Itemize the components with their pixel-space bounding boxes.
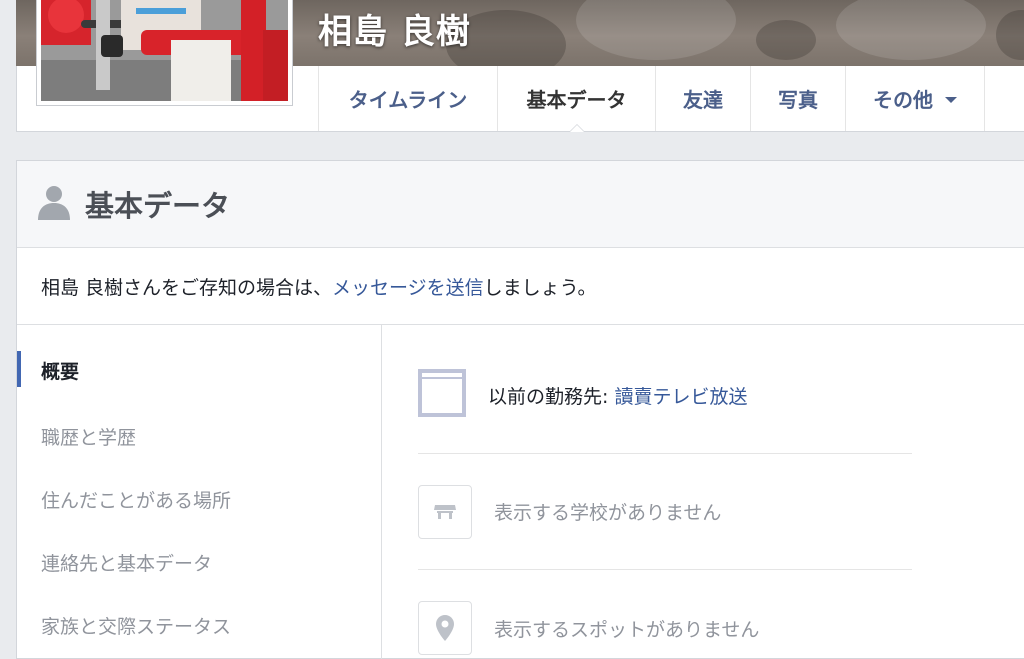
profile-picture[interactable] [36, 0, 293, 106]
cover-texture [996, 10, 1024, 60]
profile-picture-image [41, 0, 288, 101]
overview-place-row: 表示するスポットがありません [418, 570, 912, 659]
tab-label: 友達 [683, 88, 723, 112]
tab-label: タイムライン [348, 88, 468, 112]
tab-photos[interactable]: 写真 [750, 66, 845, 131]
tab-label: 写真 [778, 88, 818, 112]
sidebar-item-contact-basic-info[interactable]: 連絡先と基本データ [17, 531, 381, 594]
sidebar-item-overview[interactable]: 概要 [17, 325, 381, 405]
send-message-link[interactable]: メッセージを送信 [332, 273, 484, 300]
employer-link[interactable]: 讀賣テレビ放送 [614, 386, 747, 408]
cover-texture [756, 20, 816, 60]
sidebar-item-places-lived[interactable]: 住んだことがある場所 [17, 468, 381, 531]
tab-more[interactable]: その他 [845, 66, 985, 131]
tab-label: 基本データ [526, 88, 627, 112]
school-icon [418, 484, 472, 539]
overview-content: 以前の勤務先: 讀賣テレビ放送 表示する学校がありません 表示するスポットがあり… [418, 325, 912, 659]
map-pin-icon [418, 601, 472, 655]
sidebar-item-family-relationships[interactable]: 家族と交際ステータス [17, 594, 381, 657]
profile-name[interactable]: 相島 良樹 [318, 4, 471, 53]
sidebar-item-label: 連絡先と基本データ [41, 553, 213, 575]
about-title: 基本データ [85, 189, 231, 223]
tab-friends[interactable]: 友達 [655, 66, 750, 131]
message-prompt-suffix: しましょう。 [483, 276, 597, 299]
active-tab-pointer [568, 124, 585, 132]
overview-work-row: 以前の勤務先: 讀賣テレビ放送 [418, 325, 912, 454]
sidebar-item-work-education[interactable]: 職歴と学歴 [17, 405, 381, 468]
sidebar-item-label: 職歴と学歴 [41, 427, 137, 449]
cover-texture [836, 0, 986, 60]
person-icon [37, 184, 71, 224]
sidebar-item-label: 概要 [41, 360, 80, 383]
profile-tabs: タイムライン 基本データ 友達 写真 その他 [318, 66, 985, 132]
tab-label: その他 [873, 88, 933, 112]
about-card: 基本データ 相島 良樹さんをご存知の場合は、 メッセージを送信 しましょう。 概要 … [16, 160, 1024, 659]
message-prompt-text: 相島 良樹さんをご存知の場合は、 [41, 276, 333, 299]
work-prefix: 以前の勤務先: [488, 385, 615, 408]
work-text: 以前の勤務先: 讀賣テレビ放送 [488, 382, 747, 409]
message-prompt: 相島 良樹さんをご存知の場合は、 メッセージを送信 しましょう。 [17, 248, 1024, 325]
place-empty-text: 表示するスポットがありません [494, 618, 760, 641]
school-empty-text: 表示する学校がありません [494, 502, 722, 524]
overview-school-row: 表示する学校がありません [418, 454, 912, 570]
about-sidebar: 概要 職歴と学歴 住んだことがある場所 連絡先と基本データ 家族と交際ステータス [17, 325, 382, 659]
sidebar-item-label: 住んだことがある場所 [41, 490, 232, 512]
about-card-header: 基本データ [17, 161, 1024, 248]
briefcase-icon [418, 369, 466, 421]
sidebar-item-label: 家族と交際ステータス [41, 616, 232, 638]
tab-about[interactable]: 基本データ [497, 66, 655, 132]
cover-texture [576, 0, 736, 60]
caret-down-icon [945, 96, 957, 103]
tab-timeline[interactable]: タイムライン [318, 66, 497, 131]
